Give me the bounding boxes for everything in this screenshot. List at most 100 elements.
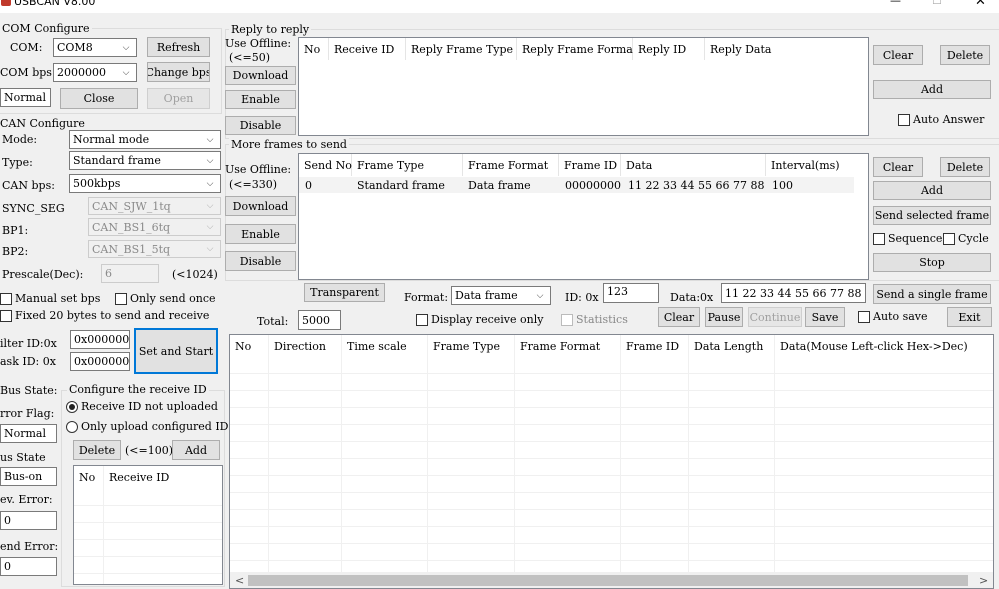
column-header[interactable]: Reply ID xyxy=(633,38,705,60)
com-select[interactable]: COM8 ⌵ xyxy=(53,38,137,57)
receive-id-table[interactable]: No Receive ID xyxy=(73,465,223,585)
display-receive-only-checkbox[interactable]: Display receive only xyxy=(416,313,543,326)
pause-button[interactable]: Pause xyxy=(705,307,743,327)
table-row[interactable]: 0 Standard frame Data frame 00000000 11 … xyxy=(299,177,854,193)
frames-add-button[interactable]: Add xyxy=(873,181,991,200)
column-header[interactable]: Reply Data xyxy=(705,38,868,60)
horizontal-scrollbar[interactable]: < > xyxy=(230,572,993,588)
column-header[interactable]: No xyxy=(74,466,104,488)
checkbox-icon xyxy=(943,232,955,245)
auto-save-checkbox[interactable]: Auto save xyxy=(858,310,928,323)
only-upload-radio[interactable]: Only upload configured ID xyxy=(66,420,229,433)
receive-id-add-button[interactable]: Add xyxy=(172,440,220,460)
column-header[interactable]: Receive ID xyxy=(104,466,222,488)
column-header[interactable]: Data(Mouse Left-click Hex->Dec) xyxy=(775,335,993,357)
not-uploaded-label: Receive ID not uploaded xyxy=(81,400,218,413)
cell-frame-id: 00000000 xyxy=(565,179,621,192)
sync-seg-label: SYNC_SEG xyxy=(2,202,65,215)
column-header[interactable]: Interval(ms) xyxy=(766,154,868,176)
receive-id-title: Configure the receive ID xyxy=(67,383,209,396)
column-header[interactable]: No xyxy=(299,38,329,60)
continue-button[interactable]: Continue xyxy=(748,307,802,327)
type-select[interactable]: Standard frame ⌵ xyxy=(69,151,221,170)
prescale-limit: (<1024) xyxy=(172,268,218,281)
statistics-checkbox[interactable]: Statistics xyxy=(561,313,628,326)
format-select[interactable]: Data frame ⌵ xyxy=(451,286,551,305)
can-bps-select[interactable]: 500kbps ⌵ xyxy=(69,174,221,193)
column-header[interactable]: Frame Format xyxy=(515,335,621,357)
column-header[interactable]: Data xyxy=(621,154,766,176)
total-input[interactable]: 5000 xyxy=(298,310,341,330)
com-value: COM8 xyxy=(57,41,93,54)
column-header[interactable]: Frame Type xyxy=(352,154,463,176)
receive-id-delete-button[interactable]: Delete xyxy=(73,440,121,460)
frames-clear-button[interactable]: Clear xyxy=(873,157,923,177)
column-header[interactable]: Receive ID xyxy=(329,38,406,60)
mode-value: Normal mode xyxy=(73,133,150,146)
frames-enable-button[interactable]: Enable xyxy=(225,224,296,244)
bp2-value: CAN_BS1_5tq xyxy=(92,242,171,256)
column-header[interactable]: Send No xyxy=(299,154,352,176)
open-button[interactable]: Open xyxy=(147,88,210,109)
scroll-right-icon[interactable]: > xyxy=(979,574,988,587)
reply-enable-button[interactable]: Enable xyxy=(225,90,296,109)
more-frames-title: More frames to send xyxy=(229,138,349,151)
change-bps-button[interactable]: Change bps xyxy=(147,62,210,82)
frames-disable-button[interactable]: Disable xyxy=(225,251,296,271)
exit-button[interactable]: Exit xyxy=(947,307,992,327)
scrollbar-thumb[interactable] xyxy=(248,575,968,586)
frames-download-button[interactable]: Download xyxy=(225,196,296,216)
column-header[interactable]: Frame Type xyxy=(428,335,515,357)
refresh-button[interactable]: Refresh xyxy=(147,37,210,57)
mask-id-input[interactable]: 0x000000 xyxy=(70,352,130,371)
error-flag-label: rror Flag: xyxy=(0,407,55,420)
auto-answer-checkbox[interactable]: Auto Answer xyxy=(898,113,984,126)
close-button[interactable]: Close xyxy=(60,88,138,109)
maximize-icon[interactable]: ☐ xyxy=(932,0,942,7)
com-bps-select[interactable]: 2000000 ⌵ xyxy=(53,63,137,82)
reply-disable-button[interactable]: Disable xyxy=(225,116,296,135)
column-header[interactable]: Reply Frame Format xyxy=(517,38,637,60)
id-input[interactable]: 123 xyxy=(603,283,659,303)
reply-delete-button[interactable]: Delete xyxy=(940,45,990,65)
bp1-select[interactable]: CAN_BS1_6tq ⌵ xyxy=(88,218,221,236)
column-header[interactable]: Data Length xyxy=(689,335,775,357)
column-header[interactable]: No xyxy=(230,335,269,357)
column-header[interactable]: Reply Frame Type xyxy=(406,38,517,60)
set-and-start-button[interactable]: Set and Start xyxy=(134,328,218,374)
fixed20-checkbox[interactable]: Fixed 20 bytes to send and receive xyxy=(0,309,209,322)
send-single-frame-button[interactable]: Send a single frame xyxy=(873,284,991,304)
receive-id-not-uploaded-radio[interactable]: Receive ID not uploaded xyxy=(66,400,218,413)
reply-table[interactable]: No Receive ID Reply Frame Type Reply Fra… xyxy=(298,37,869,136)
stop-button[interactable]: Stop xyxy=(873,253,991,272)
reply-clear-button[interactable]: Clear xyxy=(873,45,923,65)
clear-log-button[interactable]: Clear xyxy=(658,307,700,327)
sequence-checkbox[interactable]: Sequence xyxy=(873,232,942,245)
close-icon[interactable]: ✕ xyxy=(975,0,986,8)
bp2-select[interactable]: CAN_BS1_5tq ⌵ xyxy=(88,240,221,258)
prescale-input[interactable]: 6 xyxy=(101,264,159,283)
reply-add-button[interactable]: Add xyxy=(873,80,991,99)
send-selected-frame-button[interactable]: Send selected frame xyxy=(873,206,991,225)
mode-select[interactable]: Normal mode ⌵ xyxy=(69,130,221,149)
transparent-button[interactable]: Transparent xyxy=(304,283,385,302)
com-status-field: Normal xyxy=(0,88,51,107)
column-header[interactable]: Frame Format xyxy=(463,154,559,176)
frames-table[interactable]: Send No Frame Type Frame Format Frame ID… xyxy=(298,153,869,280)
column-header[interactable]: Frame ID xyxy=(621,335,689,357)
column-header[interactable]: Frame ID xyxy=(559,154,621,176)
minimize-icon[interactable]: — xyxy=(890,0,901,7)
only-send-once-checkbox[interactable]: Only send once xyxy=(115,292,216,305)
log-table[interactable]: No Direction Time scale Frame Type Frame… xyxy=(229,334,994,589)
manual-bps-checkbox[interactable]: Manual set bps xyxy=(0,292,100,305)
scroll-left-icon[interactable]: < xyxy=(235,574,244,587)
frames-delete-button[interactable]: Delete xyxy=(940,157,990,177)
column-header[interactable]: Time scale xyxy=(342,335,428,357)
sync-seg-select[interactable]: CAN_SJW_1tq ⌵ xyxy=(88,197,221,215)
column-header[interactable]: Direction xyxy=(269,335,342,357)
data-input[interactable]: 11 22 33 44 55 66 77 88 xyxy=(721,283,866,303)
cycle-checkbox[interactable]: Cycle xyxy=(943,232,989,245)
reply-download-button[interactable]: Download xyxy=(225,66,296,85)
filter-id-input[interactable]: 0x000000 xyxy=(70,330,130,349)
save-button[interactable]: Save xyxy=(805,307,845,327)
